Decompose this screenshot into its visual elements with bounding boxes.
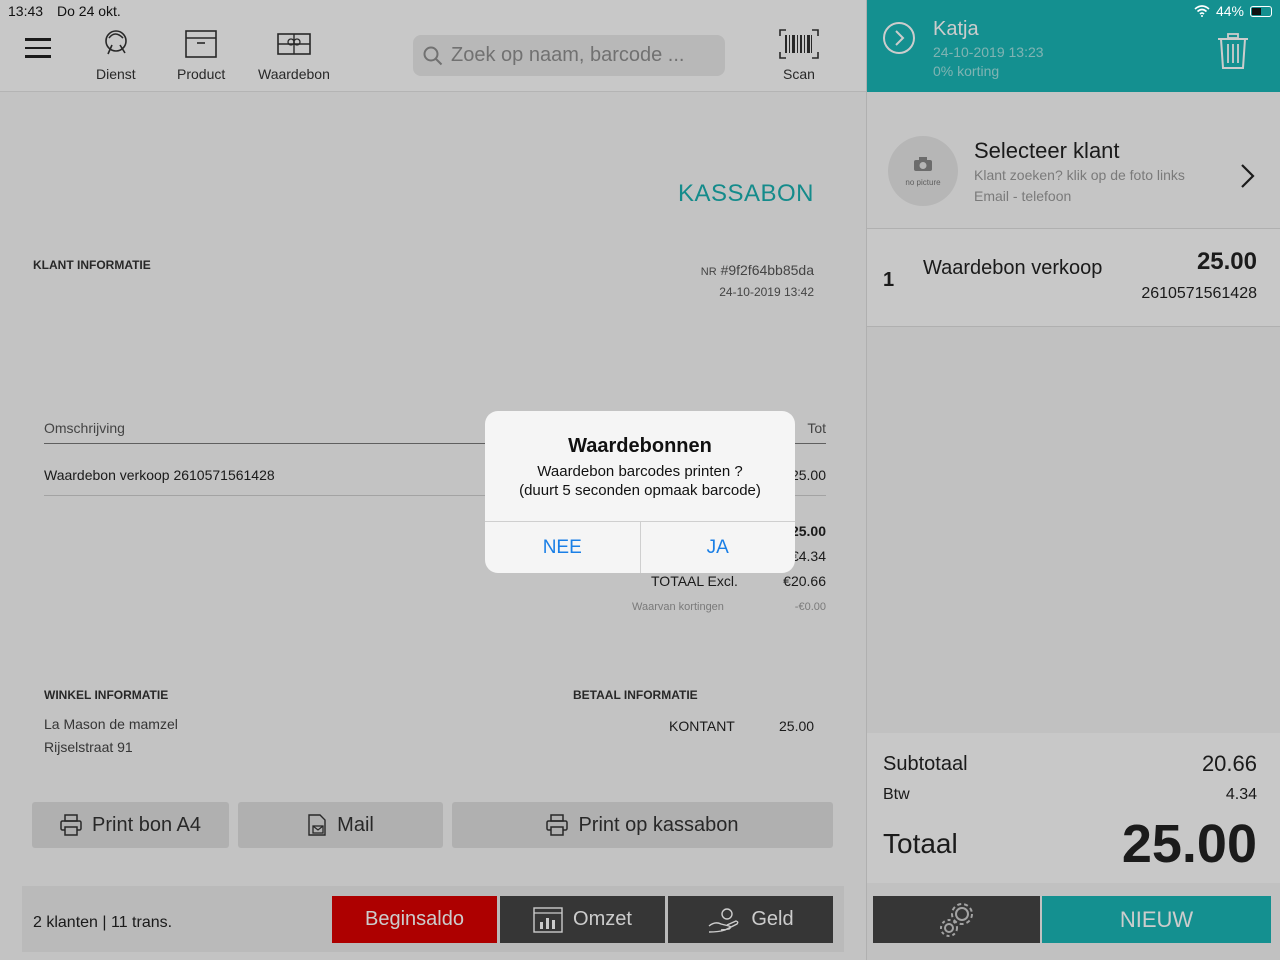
battery-icon [1250,5,1272,17]
dialog-yes-button[interactable]: JA [639,522,796,573]
dialog-message-line1: Waardebon barcodes printen ? [537,463,743,480]
dialog-message: Waardebon barcodes printen ? (duurt 5 se… [485,462,795,500]
dialog-buttons: NEE JA [485,521,795,573]
dialog-no-button[interactable]: NEE [485,522,640,573]
status-right: 44% [1194,3,1272,19]
status-time: 13:43 [8,3,44,19]
dialog-title: Waardebonnen [568,435,712,457]
status-bar: 13:43 Do 24 okt. 44% [0,0,1280,22]
battery-percent: 44% [1215,3,1244,19]
wifi-icon [1194,5,1210,17]
status-date: Do 24 okt. [57,3,121,19]
dialog-message-line2: (duurt 5 seconden opmaak barcode) [519,482,761,499]
voucher-print-dialog: Waardebonnen Waardebon barcodes printen … [485,411,795,573]
